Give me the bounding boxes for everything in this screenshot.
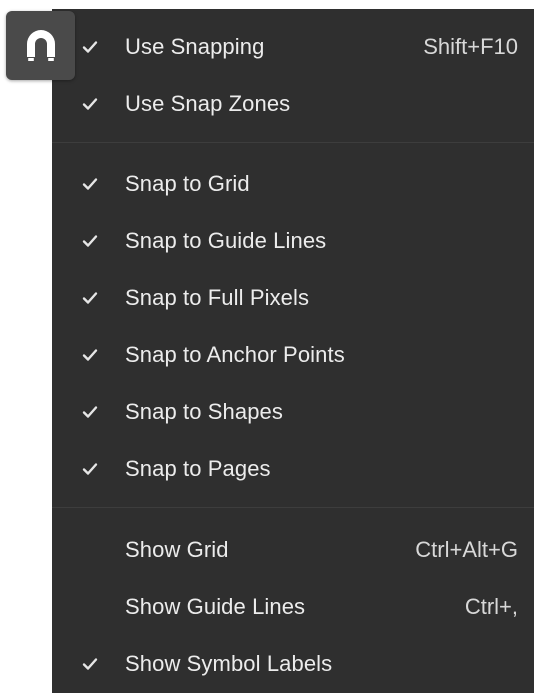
menu-item-shortcut: Ctrl+, bbox=[464, 594, 518, 619]
check-icon bbox=[81, 38, 99, 56]
check-icon bbox=[81, 460, 99, 478]
check-icon bbox=[81, 232, 99, 250]
menu-item-use-snapping[interactable]: Use Snapping Shift+F10 bbox=[52, 23, 534, 71]
menu-item-snap-to-full-pixels[interactable]: Snap to Full Pixels bbox=[52, 274, 534, 322]
menu-item-show-grid[interactable]: Show Grid Ctrl+Alt+G bbox=[52, 526, 534, 574]
menu-item-snap-to-pages[interactable]: Snap to Pages bbox=[52, 445, 534, 493]
menu-item-label: Show Grid bbox=[125, 537, 229, 562]
menu-item-label: Snap to Anchor Points bbox=[125, 342, 345, 367]
snapping-toggle-button[interactable] bbox=[6, 11, 75, 80]
check-icon bbox=[81, 289, 99, 307]
magnet-icon bbox=[19, 24, 63, 68]
menu-item-show-symbol-labels[interactable]: Show Symbol Labels bbox=[52, 640, 534, 688]
menu-item-snap-to-guide-lines[interactable]: Snap to Guide Lines bbox=[52, 217, 534, 265]
menu-item-shortcut: Ctrl+Alt+G bbox=[415, 537, 518, 562]
check-icon bbox=[81, 655, 99, 673]
menu-item-show-guide-lines[interactable]: Show Guide Lines Ctrl+, bbox=[52, 583, 534, 631]
menu-item-snap-to-grid[interactable]: Snap to Grid bbox=[52, 160, 534, 208]
menu-item-label: Show Guide Lines bbox=[125, 594, 306, 619]
menu-item-label: Show Symbol Labels bbox=[125, 651, 333, 676]
menu-item-label: Snap to Full Pixels bbox=[125, 285, 310, 310]
snapping-menu: Use Snapping Shift+F10 Use Snap Zones Sn… bbox=[52, 9, 534, 693]
menu-item-label: Snap to Guide Lines bbox=[125, 228, 327, 253]
menu-item-label: Snap to Shapes bbox=[125, 399, 283, 424]
menu-separator bbox=[52, 507, 534, 508]
menu-item-use-snap-zones[interactable]: Use Snap Zones bbox=[52, 80, 534, 128]
check-icon bbox=[81, 403, 99, 421]
check-icon bbox=[81, 175, 99, 193]
menu-item-label: Snap to Grid bbox=[125, 171, 250, 196]
check-icon bbox=[81, 346, 99, 364]
menu-item-label: Use Snap Zones bbox=[125, 91, 291, 116]
check-icon bbox=[81, 95, 99, 113]
menu-item-snap-to-shapes[interactable]: Snap to Shapes bbox=[52, 388, 534, 436]
menu-item-label: Use Snapping bbox=[125, 34, 265, 59]
menu-item-label: Snap to Pages bbox=[125, 456, 271, 481]
menu-separator bbox=[52, 142, 534, 143]
menu-item-snap-to-anchor-points[interactable]: Snap to Anchor Points bbox=[52, 331, 534, 379]
menu-item-shortcut: Shift+F10 bbox=[423, 34, 518, 59]
